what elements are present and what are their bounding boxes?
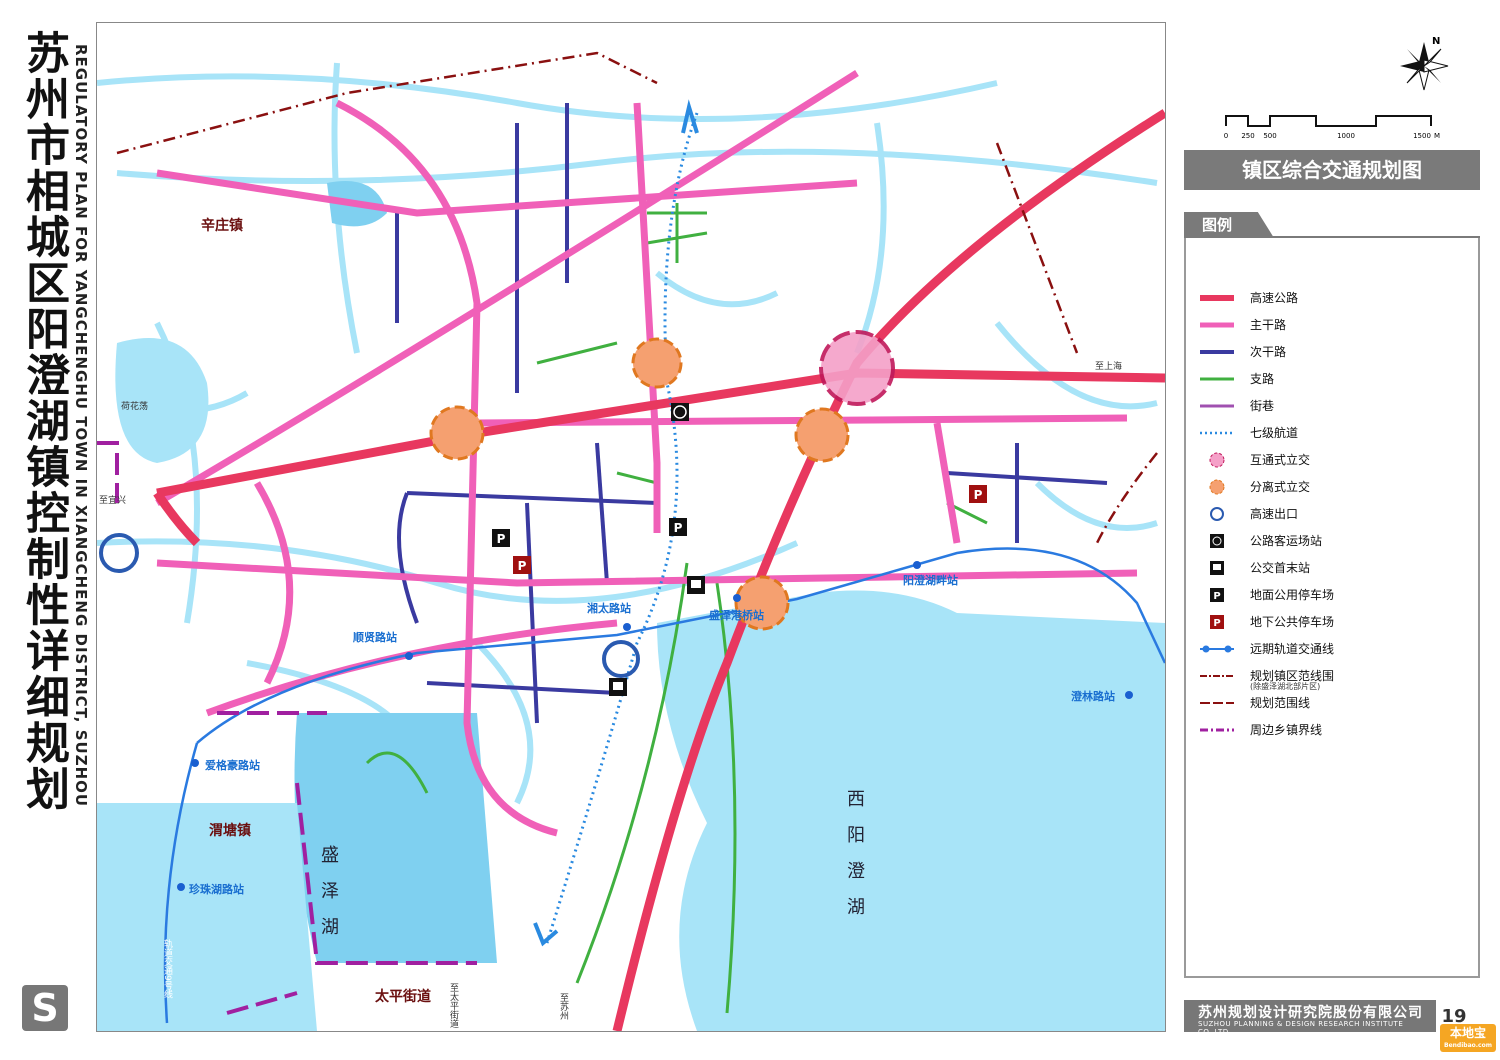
legend-label: 分离式立交 — [1250, 480, 1311, 494]
township-boundary-symbol — [1200, 728, 1234, 732]
legend-label: 主干路 — [1250, 318, 1287, 332]
scale-tick-1000: 1000 — [1337, 132, 1355, 140]
place-taiping: 太平街道 — [375, 989, 431, 1005]
north-label: N — [1432, 36, 1440, 47]
legend-label: 次干路 — [1250, 345, 1287, 359]
lane-symbol — [1200, 404, 1234, 408]
label-to-yixing: 至宜兴 — [99, 496, 127, 506]
station-aigehao: 爱格豪路站 — [205, 759, 260, 772]
compass-icon: N — [1400, 36, 1449, 91]
expressway-exits — [99, 533, 640, 678]
legend-header: 图例 — [1184, 212, 1480, 238]
interchange-symbol — [1209, 452, 1225, 468]
company-name-cn: 苏州规划设计研究院股份有限公司 — [1198, 1005, 1423, 1021]
station-chenglin: 澄林路站 — [1071, 690, 1115, 703]
legend-label: 远期轨道交通线 — [1250, 642, 1335, 656]
legend-label: 互通式立交 — [1250, 453, 1311, 467]
scale-tick-500: 500 — [1263, 132, 1276, 140]
svg-text:P: P — [497, 532, 506, 546]
svg-text:P: P — [1213, 591, 1220, 602]
scale-bar: 0 250 500 1000 1500 M — [1224, 115, 1440, 140]
page-title: 苏州市相城区阳澄湖镇控制性详细规划 — [18, 30, 69, 812]
legend-label: 支路 — [1250, 372, 1275, 386]
plan-boundary-symbol — [1200, 702, 1234, 704]
place-xinzhuang: 辛庄镇 — [201, 218, 243, 234]
bus-terminal-icon — [1210, 561, 1224, 575]
coach-station-icon — [1210, 534, 1224, 548]
legend-label: 高速出口 — [1250, 507, 1299, 521]
label-huahuadang: 荷花荡 — [121, 402, 149, 412]
underground-parking-icon: P — [1210, 615, 1224, 629]
watermark-text: 本地宝 — [1449, 1026, 1486, 1040]
institute-logo: S — [22, 985, 68, 1031]
station-zhenzhuhu: 珍珠湖路站 — [189, 883, 244, 896]
secondary-symbol — [1200, 350, 1234, 354]
legend-sublabel: (除盛泽湖北部片区) — [1250, 682, 1321, 691]
footer-company: 苏州规划设计研究院股份有限公司 SUZHOU PLANNING & DESIGN… — [1184, 1000, 1436, 1036]
separated-interchange-symbol — [1209, 479, 1225, 495]
surface-parking-icon: P — [1210, 588, 1224, 602]
lake-xiyangcheng: 西阳澄湖 — [844, 789, 865, 933]
scale-unit: M — [1434, 132, 1440, 140]
waterway-symbol — [1200, 431, 1234, 435]
station-shengzegangqiao: 盛泽港桥站 — [709, 609, 764, 622]
place-weitang: 渭塘镇 — [209, 823, 251, 839]
watermark-logo: 本地宝 Bendibao.com — [1440, 1024, 1496, 1052]
legend-label: 高速公路 — [1250, 291, 1299, 305]
legend-label: 街巷 — [1250, 399, 1275, 413]
lake-shengze: 盛泽湖 — [318, 845, 339, 953]
legend-label: 地面公用停车场 — [1250, 588, 1335, 602]
rail-symbol — [1200, 645, 1234, 653]
page-title-english: REGULATORY PLAN FOR YANGCHENGHU TOWN IN … — [72, 44, 90, 808]
label-rail-line-9: 轨道交通9号线 — [162, 939, 172, 999]
label-to-suzhou: 至苏州 — [558, 993, 568, 1020]
legend-label: 公路客运场站 — [1250, 534, 1323, 548]
label-to-taiping: 至太平街道 — [448, 983, 458, 1028]
arterial-symbol — [1200, 322, 1234, 328]
station-shunxian: 顺贤路站 — [353, 631, 397, 644]
station-yangchenghupan: 阳澄湖畔站 — [903, 574, 958, 587]
map-panel[interactable]: P P P P 辛庄镇 渭塘镇 太平街道 盛泽湖 西阳澄湖 湘太路站 盛泽港桥站… — [96, 22, 1166, 1032]
svg-text:P: P — [974, 488, 983, 502]
legend-label: 地下公共停车场 — [1250, 615, 1335, 629]
map-canvas[interactable]: P P P P — [97, 23, 1165, 1031]
plan-title: 镇区综合交通规划图 — [1184, 150, 1480, 190]
legend-label: 七级航道 — [1250, 426, 1299, 440]
title-bar: 苏州市相城区阳澄湖镇控制性详细规划 REGULATORY PLAN FOR YA… — [14, 22, 94, 1022]
branch-symbol — [1200, 377, 1234, 381]
scale-tick-1500: 1500 — [1413, 132, 1431, 140]
label-to-shanghai: 至上海 — [1095, 362, 1123, 372]
scale-tick-250: 250 — [1241, 132, 1254, 140]
legend-label: 公交首末站 — [1250, 561, 1311, 575]
town-boundary-symbol — [1200, 675, 1234, 677]
right-panel: N 0 250 500 1000 1500 M 镇区综合交通规划图 图例 高速公… — [1176, 22, 1486, 1036]
station-xiangtai: 湘太路站 — [587, 602, 631, 615]
scale-tick-0: 0 — [1224, 132, 1228, 140]
svg-text:P: P — [674, 521, 683, 535]
expressway-symbol — [1200, 295, 1234, 301]
southwest-water — [97, 803, 317, 1031]
legend-label: 规划范围线 — [1250, 696, 1311, 710]
company-name-en: SUZHOU PLANNING & DESIGN RESEARCH INSTIT… — [1198, 1020, 1404, 1036]
svg-text:P: P — [1213, 618, 1220, 629]
svg-text:P: P — [518, 559, 527, 573]
legend-heading: 图例 — [1184, 212, 1274, 238]
legend: 高速公路主干路次干路支路街巷七级航道互通式立交分离式立交高速出口公路客运场站 公交… — [1184, 238, 1480, 978]
watermark-sub: Bendibao.com — [1444, 1042, 1492, 1049]
exit-symbol — [1210, 507, 1224, 521]
legend-label: 周边乡镇界线 — [1250, 723, 1323, 737]
